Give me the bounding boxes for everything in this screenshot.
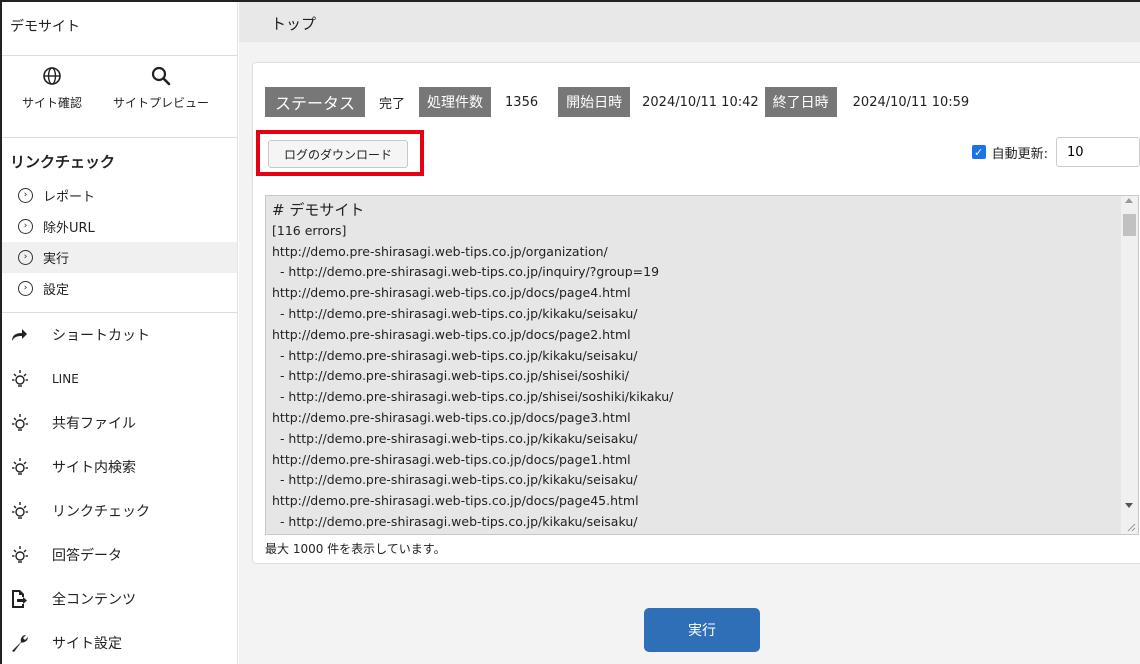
site-check-label: サイト確認 xyxy=(21,96,82,110)
auto-refresh-row: ✓ 自動更新: 秒 xyxy=(971,137,1140,167)
sidebar-item-label: LINE xyxy=(52,372,79,386)
resize-grip-icon[interactable] xyxy=(1126,522,1136,532)
link-check-submenu: › レポート › 除外URL › 実行 › 設定 xyxy=(2,180,237,313)
sidebar-item-label: サイト内検索 xyxy=(52,460,136,476)
file-export-icon xyxy=(10,589,38,609)
site-preview-label: サイトプレビュー xyxy=(112,96,209,110)
log-textarea[interactable]: # デモサイト [116 errors] http://demo.pre-shira… xyxy=(265,195,1139,535)
section-title-link-check: リンクチェック xyxy=(10,153,116,171)
chevron-right-circle-icon: › xyxy=(18,281,33,296)
site-tools: サイト確認 サイトプレビュー xyxy=(2,56,237,138)
sidebar-item-run[interactable]: › 実行 xyxy=(2,242,237,273)
end-label: 終了日時 xyxy=(764,87,837,117)
max-display-note: 最大 1000 件を表示しています。 xyxy=(265,542,446,556)
sidebar-item-exclude-url[interactable]: › 除外URL xyxy=(2,211,237,242)
log-line: http://demo.pre-shirasagi.web-tips.co.jp… xyxy=(272,326,631,342)
log-line: - http://demo.pre-shirasagi.web-tips.co.… xyxy=(272,472,638,488)
sidebar-item-shared-files[interactable]: 共有ファイル xyxy=(2,401,237,445)
scroll-thumb[interactable] xyxy=(1123,214,1136,236)
scroll-down-arrow-icon[interactable] xyxy=(1125,503,1133,508)
start-value: 2024/10/11 10:42 xyxy=(642,94,759,110)
sidebar-item-label: 全コンテンツ xyxy=(52,592,136,608)
sidebar-item-label: レポート xyxy=(43,190,96,205)
start-label: 開始日時 xyxy=(558,87,631,117)
log-line: - http://demo.pre-shirasagi.web-tips.co.… xyxy=(272,347,638,363)
log-line: http://demo.pre-shirasagi.web-tips.co.jp… xyxy=(272,409,631,425)
lightbulb-icon xyxy=(10,369,38,389)
site-check-button[interactable]: サイト確認 xyxy=(2,66,102,137)
page-header: トップ xyxy=(239,2,1140,42)
log-line: - http://demo.pre-shirasagi.web-tips.co.… xyxy=(272,368,630,384)
sidebar-item-label: 共有ファイル xyxy=(52,416,136,432)
lightbulb-icon xyxy=(10,545,38,565)
link-check-panel: ステータス 完了 処理件数 1356 開始日時 2024/10/11 10:42… xyxy=(252,62,1140,564)
run-button[interactable]: 実行 xyxy=(644,608,760,652)
log-line: - http://demo.pre-shirasagi.web-tips.co.… xyxy=(272,305,638,321)
log-content: # デモサイト [116 errors] http://demo.pre-shira… xyxy=(266,196,1138,534)
sidebar-item-site-search[interactable]: サイト内検索 xyxy=(2,445,237,489)
sidebar-item-label: リンクチェック xyxy=(52,504,150,520)
sidebar-item-label: 回答データ xyxy=(52,548,122,564)
auto-refresh-checkbox[interactable]: ✓ xyxy=(971,145,986,159)
page-title: トップ xyxy=(271,15,317,33)
download-log-button[interactable]: ログのダウンロード xyxy=(268,140,408,168)
log-line: # デモサイト xyxy=(272,201,365,219)
sidebar-item-site-settings[interactable]: サイト設定 xyxy=(2,621,237,664)
lightbulb-icon xyxy=(10,457,38,477)
chevron-right-circle-icon: › xyxy=(18,188,33,203)
log-line: http://demo.pre-shirasagi.web-tips.co.jp… xyxy=(272,243,608,259)
auto-refresh-interval-input[interactable] xyxy=(1055,137,1140,167)
main-content: ステータス 完了 処理件数 1356 開始日時 2024/10/11 10:42… xyxy=(239,42,1140,664)
chevron-right-circle-icon: › xyxy=(18,219,33,234)
sidebar-item-answer-data[interactable]: 回答データ xyxy=(2,533,237,577)
status-row: ステータス 完了 処理件数 1356 開始日時 2024/10/11 10:42… xyxy=(265,87,983,117)
sidebar-item-label: 除外URL xyxy=(43,221,95,236)
sidebar-item-all-contents[interactable]: 全コンテンツ xyxy=(2,577,237,621)
scroll-up-arrow-icon[interactable] xyxy=(1125,198,1133,203)
sidebar-item-line[interactable]: LINE xyxy=(2,357,237,401)
log-line: - http://demo.pre-shirasagi.web-tips.co.… xyxy=(272,389,674,405)
sidebar-item-label: 実行 xyxy=(43,252,70,267)
sidebar-item-link-check[interactable]: リンクチェック xyxy=(2,489,237,533)
status-label: ステータス xyxy=(265,87,366,117)
count-label: 処理件数 xyxy=(419,87,492,117)
log-line: - http://demo.pre-shirasagi.web-tips.co.… xyxy=(272,513,638,529)
auto-refresh-label: 自動更新: xyxy=(991,146,1048,162)
wrench-icon xyxy=(10,633,38,653)
log-line: [116 errors] xyxy=(272,222,347,238)
log-line: http://demo.pre-shirasagi.web-tips.co.jp… xyxy=(272,285,631,301)
sidebar-item-report[interactable]: › レポート xyxy=(2,180,237,211)
log-line: http://demo.pre-shirasagi.web-tips.co.jp… xyxy=(272,493,639,509)
sidebar-item-settings[interactable]: › 設定 xyxy=(2,273,237,304)
log-line: http://demo.pre-shirasagi.web-tips.co.jp… xyxy=(272,451,631,467)
status-value: 完了 xyxy=(379,96,406,112)
sidebar: デモサイト サイト確認 サイトプレビュー リンクチェック › レポート › 除外… xyxy=(2,2,238,664)
globe-icon xyxy=(43,67,61,85)
site-preview-button[interactable]: サイトプレビュー xyxy=(102,66,220,137)
site-name[interactable]: デモサイト xyxy=(2,2,237,56)
sidebar-item-label: ショートカット xyxy=(52,328,150,344)
sidebar-item-label: 設定 xyxy=(43,283,70,298)
sidebar-item-label: サイト設定 xyxy=(52,636,122,652)
end-value: 2024/10/11 10:59 xyxy=(852,94,970,110)
lightbulb-icon xyxy=(10,501,38,521)
share-arrow-icon xyxy=(10,328,38,342)
chevron-right-circle-icon: › xyxy=(18,250,33,265)
search-icon xyxy=(151,66,171,86)
scrollbar[interactable] xyxy=(1121,196,1138,534)
log-line: - http://demo.pre-shirasagi.web-tips.co.… xyxy=(272,430,638,446)
log-line: - http://demo.pre-shirasagi.web-tips.co.… xyxy=(272,264,660,280)
download-highlight-box: ログのダウンロード xyxy=(256,130,424,176)
count-value: 1356 xyxy=(505,94,539,110)
sidebar-item-shortcut[interactable]: ショートカット xyxy=(2,313,237,357)
lightbulb-icon xyxy=(10,413,38,433)
